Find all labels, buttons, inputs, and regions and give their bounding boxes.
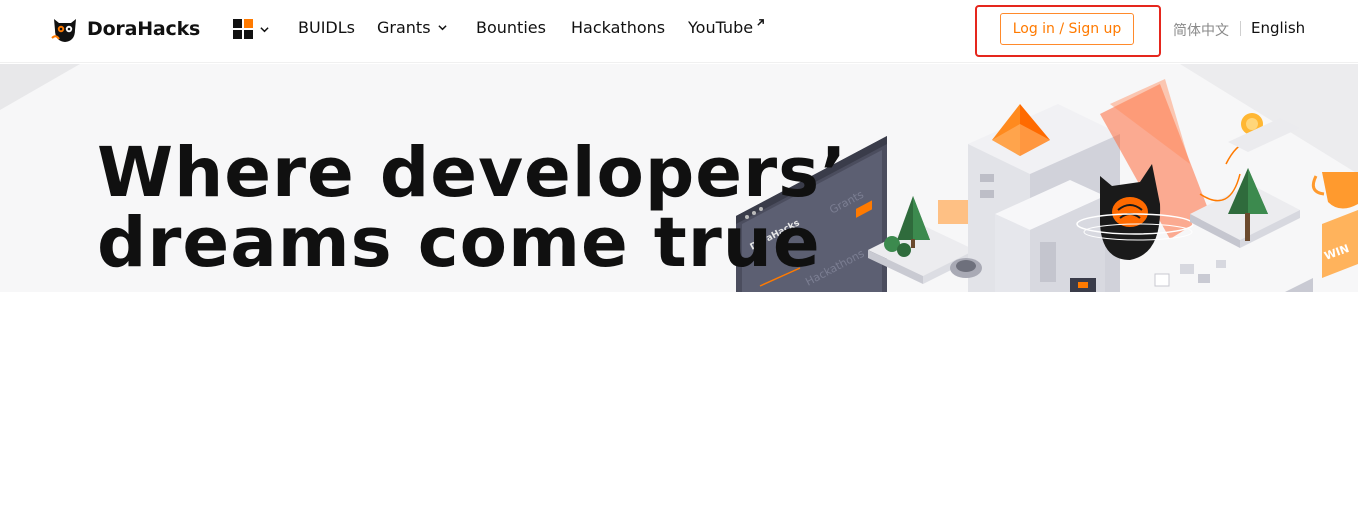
lang-english-link[interactable]: English: [1251, 19, 1305, 37]
hero-banner: DoraHacks Grants Hackathons WIN Where de…: [0, 64, 1358, 292]
nav-link-label: Hackathons: [571, 18, 666, 37]
apps-menu-button[interactable]: [233, 19, 269, 39]
nav-link-hackathons[interactable]: Hackathons: [571, 18, 665, 37]
nav-link-bounties[interactable]: Bounties: [476, 18, 546, 37]
nav-link-label: Grants: [377, 18, 431, 37]
dorahacks-cat-icon: [51, 19, 76, 42]
hero-title-line1: Where developers’: [97, 133, 848, 213]
hero-title: Where developers’ dreams come true: [97, 138, 847, 278]
nav-link-buidls[interactable]: BUIDLs: [298, 18, 355, 37]
login-signup-button[interactable]: Log in / Sign up: [1000, 13, 1134, 45]
brand-logo[interactable]: DoraHacks: [50, 13, 200, 45]
nav-link-youtube[interactable]: YouTube: [688, 18, 765, 37]
hero-title-line2: dreams come true: [97, 203, 821, 283]
nav-link-grants[interactable]: Grants: [377, 18, 447, 37]
nav-link-label: Bounties: [476, 18, 546, 37]
top-navbar: DoraHacks BUIDLs Grants Bounties Hackath…: [0, 0, 1358, 63]
nav-link-label: YouTube: [688, 18, 754, 37]
chevron-down-icon: [260, 26, 269, 32]
external-link-icon: [757, 19, 764, 26]
apps-grid-icon: [233, 19, 253, 39]
lang-chinese-link[interactable]: 简体中文: [1173, 20, 1229, 40]
brand-name: DoraHacks: [87, 18, 201, 40]
nav-link-label: BUIDLs: [298, 18, 355, 37]
lang-divider: [1240, 21, 1241, 36]
chevron-down-icon: [437, 25, 447, 31]
